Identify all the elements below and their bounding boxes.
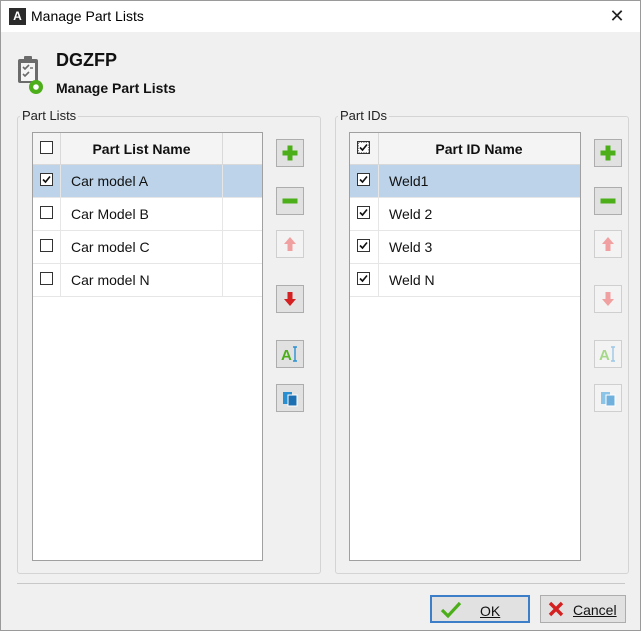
plus-icon <box>282 145 298 161</box>
part-list-row[interactable]: Car model A <box>33 165 262 198</box>
plus-icon <box>600 145 616 161</box>
window-title: Manage Part Lists <box>31 8 144 24</box>
app-icon: A <box>9 8 26 25</box>
ok-button-label: OK <box>480 603 501 619</box>
part-id-name-column-header[interactable]: Part ID Name <box>379 133 579 164</box>
part-list-name: Car model C <box>71 239 150 255</box>
part-id-add-button[interactable] <box>594 139 622 167</box>
row-name-cell: Weld N <box>379 264 579 296</box>
row-checkbox[interactable] <box>40 239 53 252</box>
part-ids-select-all-cell <box>350 133 379 164</box>
rename-icon: A <box>281 346 297 363</box>
header-app-name: DGZFP <box>56 50 117 70</box>
row-name-cell: Weld1 <box>379 165 579 197</box>
part-list-name: Car Model B <box>71 206 149 222</box>
cancel-button[interactable]: Cancel <box>540 595 626 623</box>
part-list-name: Car model A <box>71 173 149 189</box>
title-bar: A Manage Part Lists ✕ <box>1 1 640 32</box>
part-id-remove-button[interactable] <box>594 187 622 215</box>
part-id-row[interactable]: Weld N <box>350 264 580 297</box>
row-checkbox-cell <box>33 231 61 263</box>
footer-divider <box>17 583 625 584</box>
part-lists-group-label: Part Lists <box>20 108 79 123</box>
arrow-up-icon <box>284 237 296 251</box>
dialog-window: A Manage Part Lists ✕ DGZFP Manage Part … <box>0 0 641 631</box>
part-id-name-header-label: Part ID Name <box>435 141 523 157</box>
row-checkbox-cell <box>350 165 379 197</box>
row-checkbox[interactable] <box>357 173 370 186</box>
close-button[interactable]: ✕ <box>594 1 640 32</box>
part-id-copy-button[interactable] <box>594 384 622 412</box>
part-ids-select-all-checkbox[interactable] <box>357 141 370 154</box>
row-checkbox-cell <box>33 165 61 197</box>
row-checkbox-cell <box>350 264 379 296</box>
part-list-move-up-button[interactable] <box>276 230 304 258</box>
part-list-row[interactable]: Car model N <box>33 264 262 297</box>
checkmark-icon <box>440 601 462 619</box>
part-lists-select-all-cell <box>33 133 61 164</box>
row-name-cell: Car Model B <box>61 198 223 230</box>
row-name-cell: Car model A <box>61 165 223 197</box>
part-list-row[interactable]: Car Model B <box>33 198 262 231</box>
row-checkbox[interactable] <box>357 272 370 285</box>
header-subtitle: Manage Part Lists <box>56 80 176 96</box>
row-checkbox[interactable] <box>357 239 370 252</box>
clipboard-gear-icon <box>18 56 43 94</box>
part-lists-grid-header: Part List Name <box>33 133 262 165</box>
row-name-cell: Car model C <box>61 231 223 263</box>
part-id-name: Weld 2 <box>389 206 433 222</box>
rename-icon: A <box>599 346 615 363</box>
part-lists-grid[interactable]: Part List Name Car model A Car Model B C… <box>32 132 263 561</box>
minus-icon <box>600 198 616 204</box>
arrow-down-icon <box>602 292 614 306</box>
row-name-cell: Weld 2 <box>379 198 579 230</box>
row-checkbox[interactable] <box>40 272 53 285</box>
part-id-name: Weld N <box>389 272 435 288</box>
part-list-rename-button[interactable]: A <box>276 340 304 368</box>
part-id-row[interactable]: Weld1 <box>350 165 580 198</box>
part-list-remove-button[interactable] <box>276 187 304 215</box>
row-checkbox[interactable] <box>40 173 53 186</box>
svg-text:A: A <box>281 347 292 363</box>
copy-icon <box>283 392 298 407</box>
part-ids-group-label: Part IDs <box>338 108 389 123</box>
cancel-x-icon <box>548 601 564 617</box>
row-name-cell: Weld 3 <box>379 231 579 263</box>
row-checkbox-cell <box>350 231 379 263</box>
part-id-row[interactable]: Weld 2 <box>350 198 580 231</box>
part-ids-grid-header: Part ID Name <box>350 133 580 165</box>
row-checkbox-cell <box>33 264 61 296</box>
part-id-move-up-button[interactable] <box>594 230 622 258</box>
part-list-row[interactable]: Car model C <box>33 231 262 264</box>
part-list-copy-button[interactable] <box>276 384 304 412</box>
part-list-move-down-button[interactable] <box>276 285 304 313</box>
ok-button[interactable]: OK <box>430 595 530 623</box>
part-list-add-button[interactable] <box>276 139 304 167</box>
copy-icon <box>601 392 616 407</box>
part-list-name: Car model N <box>71 272 150 288</box>
row-checkbox-cell <box>350 198 379 230</box>
part-lists-select-all-checkbox[interactable] <box>40 141 53 154</box>
part-ids-grid[interactable]: Part ID Name Weld1 Weld 2 Weld 3 Weld N <box>349 132 581 561</box>
row-checkbox-cell <box>33 198 61 230</box>
part-id-name: Weld 3 <box>389 239 433 255</box>
svg-text:A: A <box>599 347 610 363</box>
part-id-row[interactable]: Weld 3 <box>350 231 580 264</box>
part-id-name: Weld1 <box>389 173 429 189</box>
arrow-down-icon <box>284 292 296 306</box>
row-checkbox[interactable] <box>40 206 53 219</box>
part-id-move-down-button[interactable] <box>594 285 622 313</box>
part-list-name-header-label: Part List Name <box>92 141 191 157</box>
minus-icon <box>282 198 298 204</box>
part-id-rename-button[interactable]: A <box>594 340 622 368</box>
row-name-cell: Car model N <box>61 264 223 296</box>
arrow-up-icon <box>602 237 614 251</box>
row-checkbox[interactable] <box>357 206 370 219</box>
part-list-name-column-header[interactable]: Part List Name <box>61 133 223 164</box>
cancel-button-label: Cancel <box>573 602 617 618</box>
